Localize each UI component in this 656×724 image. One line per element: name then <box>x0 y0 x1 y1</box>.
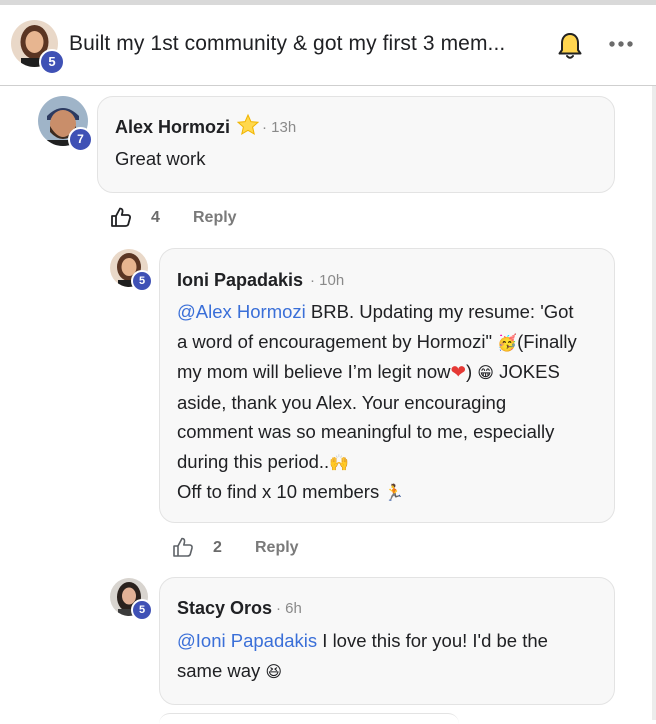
star-icon <box>236 113 260 142</box>
commenter-level-badge: 5 <box>131 270 153 292</box>
grinning-emoji: 😁 <box>477 363 494 382</box>
post-title: Built my 1st community & got my first 3 … <box>69 32 506 55</box>
thumbs-up-icon[interactable] <box>110 206 132 228</box>
comment-text: Great work <box>115 148 206 169</box>
more-options-icon[interactable] <box>606 37 636 51</box>
scrollbar-track[interactable] <box>652 86 656 720</box>
partying-face-emoji: 🥳 <box>497 332 518 352</box>
heart-emoji: ❤ <box>450 361 466 382</box>
comment-author[interactable]: Alex Hormozi <box>115 117 230 138</box>
author-level-badge: 5 <box>39 49 65 75</box>
post-header: 5 Built my 1st community & got my first … <box>0 5 656 86</box>
comment-text: @Ioni Papadakis I love this for you! I'd… <box>177 630 548 681</box>
like-count: 4 <box>151 209 160 226</box>
raised-hands-emoji: 🙌 <box>329 452 350 472</box>
comment-time: · 6h <box>276 600 302 617</box>
like-count: 2 <box>213 539 222 556</box>
mention-link[interactable]: @Ioni Papadakis <box>177 630 317 651</box>
comment-text: @Alex Hormozi BRB. Updating my resume: '… <box>177 301 577 502</box>
bell-icon[interactable] <box>557 31 583 61</box>
commenter-level-badge: 7 <box>68 127 93 152</box>
reply-button[interactable]: Reply <box>255 539 299 557</box>
running-emoji: 🏃 <box>384 483 405 502</box>
comment-time: · 13h <box>262 119 297 136</box>
comment-time: · 10h <box>310 272 345 289</box>
thumbs-up-icon[interactable] <box>172 536 194 558</box>
comment-card: Alex Hormozi · 13h Great work <box>97 96 615 193</box>
comment-author[interactable]: Stacy Oros <box>177 598 272 619</box>
comment-card: Ioni Papadakis · 10h @Alex Hormozi BRB. … <box>159 248 615 523</box>
comment-author[interactable]: Ioni Papadakis <box>177 270 303 291</box>
laughing-emoji: 😆 <box>265 661 283 681</box>
reply-button[interactable]: Reply <box>193 209 237 227</box>
next-comment-edge <box>159 713 459 724</box>
commenter-level-badge: 5 <box>131 599 153 621</box>
mention-link[interactable]: @Alex Hormozi <box>177 301 306 322</box>
comment-card: Stacy Oros · 6h @Ioni Papadakis I love t… <box>159 577 615 705</box>
